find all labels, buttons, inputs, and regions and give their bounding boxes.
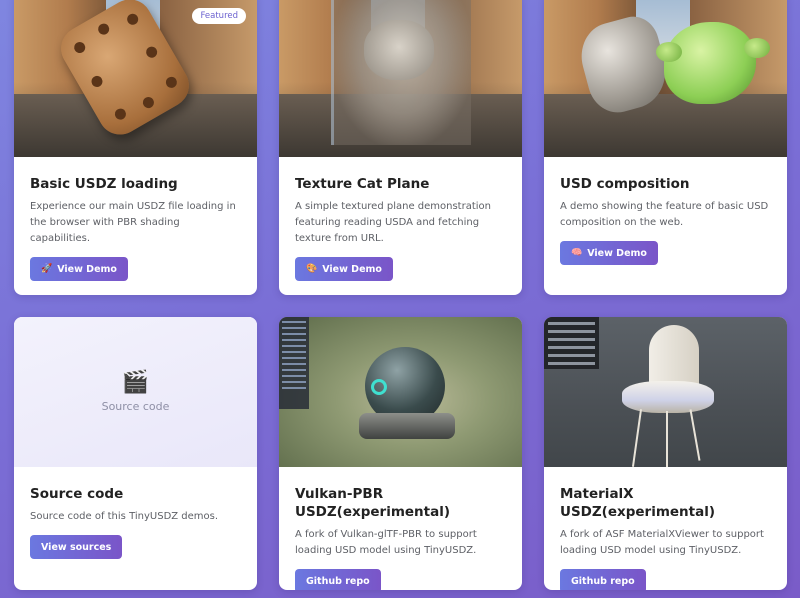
github-repo-button[interactable]: Github repo (295, 569, 381, 590)
card-title: Texture Cat Plane (295, 176, 430, 192)
card-title: Basic USDZ loading (30, 176, 178, 192)
card-description: Source code of this TinyUSDZ demos. (30, 511, 219, 522)
card-title: MaterialX USDZ(experimental) (560, 486, 716, 520)
card-image-source: 🎬 Source code (14, 317, 257, 467)
button-label: View Demo (322, 263, 382, 275)
card-usd-composition: USD composition A demo showing the featu… (544, 0, 787, 295)
card-texture-cat: Texture Cat Plane A simple textured plan… (279, 0, 522, 295)
view-demo-button[interactable]: 🧠 View Demo (560, 241, 658, 265)
card-image-chair (544, 317, 787, 467)
card-description: A fork of ASF MaterialXViewer to support… (560, 529, 764, 556)
card-image-helmet (279, 317, 522, 467)
github-repo-button[interactable]: Github repo (560, 569, 646, 590)
card-image-composition (544, 0, 787, 157)
button-label: Github repo (306, 575, 370, 587)
card-description: A fork of Vulkan-glTF-PBR to support loa… (295, 529, 477, 556)
card-image-cookie: Featured (14, 0, 257, 157)
card-description: A demo showing the feature of basic USD … (560, 201, 769, 228)
featured-badge: Featured (192, 8, 246, 24)
card-title: Vulkan-PBR USDZ(experimental) (295, 486, 451, 520)
demo-grid: Featured Basic USDZ loading Experience o… (0, 0, 800, 598)
image-label: Source code (101, 399, 170, 413)
view-demo-button[interactable]: 🚀 View Demo (30, 257, 128, 281)
clapper-board-icon: 🎬 (121, 369, 150, 395)
button-label: View Demo (587, 247, 647, 259)
card-title: Source code (30, 486, 124, 502)
card-materialx: MaterialX USDZ(experimental) A fork of A… (544, 317, 787, 590)
view-demo-button[interactable]: 🎨 View Demo (295, 257, 393, 281)
rocket-icon: 🚀 (41, 264, 53, 274)
button-label: Github repo (571, 575, 635, 587)
card-vulkan-pbr: Vulkan-PBR USDZ(experimental) A fork of … (279, 317, 522, 590)
palette-icon: 🎨 (306, 264, 318, 274)
view-sources-button[interactable]: View sources (30, 535, 123, 559)
card-description: Experience our main USDZ file loading in… (30, 201, 236, 244)
card-source-code: 🎬 Source code Source code Source code of… (14, 317, 257, 590)
card-title: USD composition (560, 176, 690, 192)
card-description: A simple textured plane demonstration fe… (295, 201, 491, 244)
card-basic-usdz: Featured Basic USDZ loading Experience o… (14, 0, 257, 295)
button-label: View sources (41, 541, 112, 553)
brain-icon: 🧠 (571, 248, 583, 258)
card-image-cat (279, 0, 522, 157)
button-label: View Demo (57, 263, 117, 275)
